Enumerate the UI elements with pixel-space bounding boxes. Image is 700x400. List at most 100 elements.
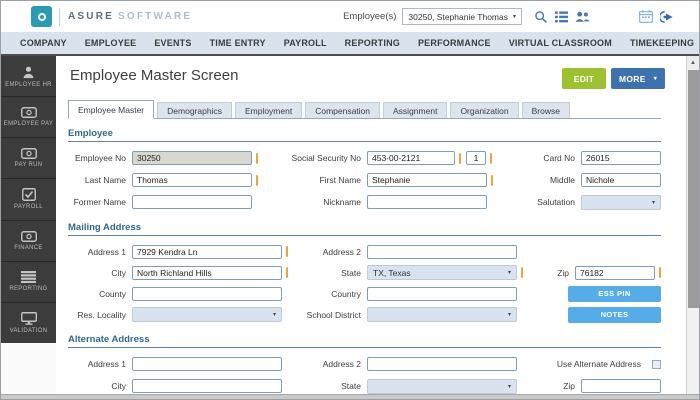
last-name-input[interactable]	[132, 173, 252, 187]
field-label: Social Security No	[291, 153, 361, 163]
calendar-icon[interactable]	[639, 10, 653, 23]
banknote-icon	[20, 230, 37, 242]
salutation-select[interactable]: ▾	[581, 194, 661, 210]
main-nav: COMPANY EMPLOYEE EVENTS TIME ENTRY PAYRO…	[1, 32, 699, 56]
res-locality-select[interactable]: ▾	[132, 307, 282, 322]
alt-address1-input[interactable]	[132, 357, 282, 371]
nickname-input[interactable]	[367, 195, 487, 209]
section-title: Mailing Address	[68, 222, 661, 236]
asure-logo-icon	[31, 6, 52, 27]
section-alternate-address: Alternate Address Address 1 Address 2 Us…	[68, 334, 661, 397]
list-icon[interactable]	[555, 10, 568, 23]
nav-item-employee[interactable]: EMPLOYEE	[85, 38, 137, 48]
vertical-scrollbar[interactable]: ▲	[686, 56, 699, 399]
sidebar-item-payroll[interactable]: PAYROLL	[1, 179, 56, 221]
divider	[59, 7, 60, 26]
scroll-up-button[interactable]: ▲	[687, 56, 699, 69]
alt-city-input[interactable]	[132, 379, 282, 393]
chevron-down-icon: ▾	[653, 76, 657, 82]
nav-item-events[interactable]: EVENTS	[154, 38, 191, 48]
field-label: Employee No	[74, 153, 126, 163]
field-label: Former Name	[73, 197, 126, 207]
alt-state-select[interactable]: ▾	[367, 378, 517, 394]
page-actions: EDIT MORE ▾	[562, 68, 665, 89]
nav-item-payroll[interactable]: PAYROLL	[284, 38, 327, 48]
country-input[interactable]	[367, 286, 517, 301]
field-label: County	[99, 288, 126, 299]
chevron-down-icon: ▾	[272, 312, 276, 318]
brand-name-secondary: SOFTWARE	[118, 11, 193, 22]
app-window: ASURE SOFTWARE Employee(s) 30250, Stepha…	[0, 0, 700, 400]
employee-selector[interactable]: 30250, Stephanie Thomas ▾	[402, 8, 522, 25]
field-label: Address 1	[87, 246, 126, 257]
sidebar-item-label: EMPLOYEE PAY	[3, 121, 54, 128]
required-marker	[256, 174, 258, 186]
users-icon[interactable]	[575, 11, 590, 23]
required-marker	[286, 267, 288, 278]
nav-item-performance[interactable]: PERFORMANCE	[418, 38, 491, 48]
nav-item-timekeeping[interactable]: TIMEKEEPING	[630, 38, 694, 48]
nav-item-reporting[interactable]: REPORTING	[345, 38, 400, 48]
main-content: Employee Master Screen EDIT MORE ▾ Emplo…	[56, 56, 699, 399]
city-input[interactable]	[132, 265, 282, 280]
address2-input[interactable]	[367, 244, 517, 259]
field-label: Nickname	[323, 197, 361, 207]
sidebar-item-pay-run[interactable]: PAY RUN	[1, 138, 56, 180]
sidebar-item-finance[interactable]: FINANCE	[1, 221, 56, 262]
social-security-input[interactable]	[367, 151, 455, 165]
search-icon[interactable]	[534, 10, 548, 24]
tab-organization[interactable]: Organization	[450, 102, 519, 118]
tab-assignment[interactable]: Assignment	[383, 102, 448, 118]
scrollbar-thumb[interactable]	[688, 70, 699, 308]
edit-button[interactable]: EDIT	[562, 68, 606, 89]
field-label: State	[341, 267, 361, 278]
field-label: Use Alternate Address	[556, 359, 641, 369]
notes-button[interactable]: NOTES	[568, 306, 661, 323]
former-name-input[interactable]	[132, 195, 252, 209]
chevron-down-icon: ▾	[507, 312, 511, 318]
tab-employee-master[interactable]: Employee Master	[68, 100, 155, 119]
sidebar-item-validation[interactable]: VALIDATION	[1, 303, 56, 343]
required-marker	[256, 152, 258, 164]
field-label: State	[341, 381, 361, 391]
use-alternate-address-checkbox[interactable]	[652, 359, 661, 369]
first-name-input[interactable]	[367, 173, 487, 187]
tab-employment[interactable]: Employment	[234, 102, 303, 118]
alt-address2-input[interactable]	[367, 357, 517, 371]
county-input[interactable]	[132, 286, 282, 301]
sign-out-icon[interactable]	[660, 10, 673, 23]
sidebar: EMPLOYEE HR EMPLOYEE PAY PAY RUN PAYROLL…	[1, 56, 56, 399]
ssn-suffix-input[interactable]	[466, 151, 486, 165]
tab-compensation[interactable]: Compensation	[305, 102, 381, 118]
more-button[interactable]: MORE ▾	[611, 68, 665, 89]
ess-pin-button[interactable]: ESS PIN	[568, 285, 661, 302]
school-district-select[interactable]: ▾	[367, 307, 517, 322]
sidebar-item-employee-hr[interactable]: EMPLOYEE HR	[1, 56, 56, 98]
section-title: Employee	[68, 128, 661, 142]
required-marker	[459, 152, 461, 164]
alt-zip-input[interactable]	[581, 379, 661, 393]
middle-name-input[interactable]	[581, 173, 661, 187]
monitor-icon	[20, 311, 37, 325]
card-no-input[interactable]	[581, 151, 661, 165]
tab-bar: Employee Master Demographics Employment …	[68, 100, 661, 119]
nav-item-time-entry[interactable]: TIME ENTRY	[210, 38, 266, 48]
sidebar-item-employee-pay[interactable]: EMPLOYEE PAY	[1, 97, 56, 139]
state-select[interactable]: TX, Texas ▾	[367, 265, 517, 280]
chevron-down-icon: ▾	[507, 270, 511, 276]
field-label: Middle	[549, 175, 575, 185]
brand: ASURE SOFTWARE	[31, 6, 192, 27]
sidebar-item-label: PAYROLL	[14, 204, 43, 211]
section-mailing-address: Mailing Address Address 1 Address 2	[68, 222, 661, 325]
field-label: Address 2	[322, 359, 361, 369]
chevron-down-icon: ▾	[512, 14, 516, 20]
zip-input[interactable]	[575, 265, 655, 280]
nav-item-company[interactable]: COMPANY	[20, 38, 67, 48]
employee-no-input[interactable]	[132, 151, 252, 165]
tab-demographics[interactable]: Demographics	[157, 102, 232, 118]
tab-browse[interactable]: Browse	[521, 102, 570, 118]
nav-item-virtual-classroom[interactable]: VIRTUAL CLASSROOM	[509, 38, 612, 48]
sidebar-item-label: VALIDATION	[9, 327, 48, 334]
sidebar-item-reporting[interactable]: REPORTING	[1, 262, 56, 303]
address1-input[interactable]	[132, 244, 282, 259]
